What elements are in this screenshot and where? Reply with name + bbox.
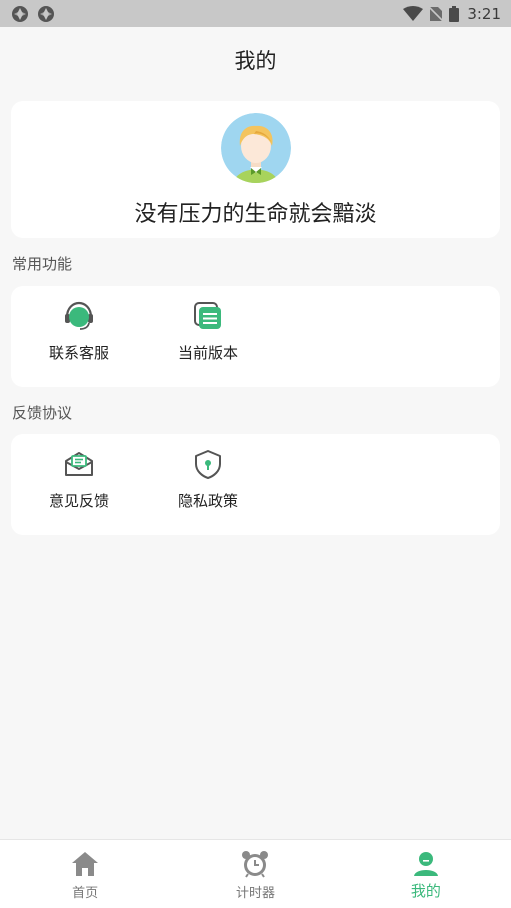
- tab-home-label: 首页: [72, 886, 99, 901]
- app-notification-icon: [38, 5, 54, 22]
- section-label-common: 常用功能: [12, 255, 73, 273]
- common-functions-card: 联系客服 当前版本: [11, 286, 500, 387]
- tab-timer[interactable]: 计时器: [170, 840, 340, 908]
- shield-icon: [192, 448, 224, 480]
- status-bar: 3:21: [0, 0, 511, 27]
- bottom-tab-bar: 首页 计时器 我的: [0, 839, 511, 908]
- contact-support-label: 联系客服: [48, 344, 109, 362]
- battery-icon: [449, 5, 460, 22]
- mail-feedback-icon: [63, 448, 95, 480]
- tab-mine[interactable]: 我的: [341, 840, 511, 908]
- alarm-clock-icon: [241, 850, 269, 878]
- headset-icon: [63, 300, 95, 332]
- app-notification-icon: [12, 5, 28, 22]
- app-header: 我的: [0, 27, 511, 93]
- feedback-label: 意见反馈: [48, 492, 109, 510]
- wifi-icon: [403, 5, 424, 21]
- feedback-button[interactable]: 意见反馈: [34, 448, 124, 522]
- user-icon: [412, 850, 440, 878]
- contact-support-button[interactable]: 联系客服: [34, 300, 124, 374]
- current-version-label: 当前版本: [177, 344, 238, 362]
- section-label-feedback: 反馈协议: [12, 404, 73, 422]
- current-version-button[interactable]: 当前版本: [163, 300, 253, 374]
- profile-motto: 没有压力的生命就会黯淡: [134, 202, 377, 227]
- home-icon: [71, 850, 99, 878]
- no-sim-icon: [429, 5, 444, 22]
- tab-timer-label: 计时器: [235, 886, 275, 901]
- page-title: 我的: [234, 49, 277, 73]
- version-icon: [192, 300, 224, 332]
- avatar[interactable]: [221, 113, 291, 183]
- profile-card: 没有压力的生命就会黯淡: [11, 101, 500, 238]
- privacy-policy-label: 隐私政策: [177, 492, 238, 510]
- privacy-policy-button[interactable]: 隐私政策: [163, 448, 253, 522]
- status-time: 3:21: [467, 4, 501, 23]
- tab-mine-label: 我的: [410, 882, 441, 900]
- feedback-card: 意见反馈 隐私政策: [11, 434, 500, 535]
- tab-home[interactable]: 首页: [0, 840, 170, 908]
